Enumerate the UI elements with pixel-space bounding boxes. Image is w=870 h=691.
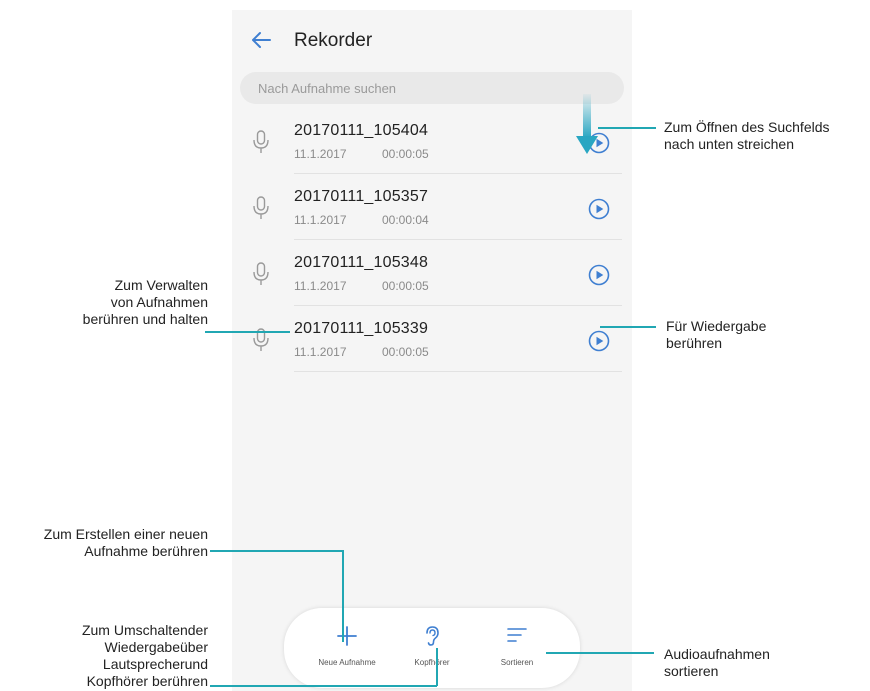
divider — [294, 239, 622, 240]
annotation-text: Zum Umschaltender — [81, 622, 208, 638]
annotation-text: Lautsprecherund — [102, 656, 208, 672]
divider — [294, 371, 622, 372]
plus-icon — [337, 626, 357, 646]
headphones-label: Kopfhörer — [414, 658, 450, 667]
sort-label: Sortieren — [500, 658, 534, 667]
annotation-text: sortieren — [664, 663, 719, 679]
recording-date: 11.1.2017 — [294, 147, 347, 161]
annotation-text: berühren — [666, 335, 723, 351]
annotation-text: Aufnahme berühren — [84, 543, 208, 559]
recording-name: 20170111_105357 — [294, 188, 429, 205]
recording-duration: 00:00:05 — [382, 147, 429, 161]
play-circle-icon[interactable] — [588, 264, 610, 286]
callout-line-switch-h — [210, 685, 437, 687]
recording-name: 20170111_105404 — [294, 122, 429, 139]
annotation-text: Wiedergabeüber — [104, 639, 208, 655]
annotation-text: Zum Erstellen einer neuen — [43, 526, 208, 542]
sort-button[interactable]: Sortieren — [472, 608, 562, 688]
callout-line-play — [600, 326, 656, 328]
play-circle-icon[interactable] — [588, 198, 610, 220]
annotation-text: Zum Verwalten — [114, 277, 208, 293]
recording-duration: 00:00:04 — [382, 213, 429, 227]
recording-date: 11.1.2017 — [294, 345, 347, 359]
callout-line-search — [598, 127, 656, 129]
sort-lines-icon — [507, 628, 527, 642]
bottom-toolbar: Neue Aufnahme Kopfhörer Sortieren — [284, 608, 580, 688]
recording-duration: 00:00:05 — [382, 279, 429, 293]
swipe-down-arrow-icon — [576, 94, 598, 154]
callout-line-switch-v — [436, 648, 438, 686]
annotation-text: Für Wiedergabe — [666, 318, 767, 334]
headphones-button[interactable]: Kopfhörer — [387, 608, 477, 688]
callout-line-new-h — [210, 550, 343, 552]
back-arrow-icon[interactable] — [248, 26, 276, 54]
divider — [294, 173, 622, 174]
search-input[interactable] — [240, 72, 624, 104]
callout-line-sort — [546, 652, 654, 654]
new-recording-label: Neue Aufnahme — [318, 658, 376, 667]
page-title: Rekorder — [294, 30, 373, 51]
play-circle-icon[interactable] — [588, 330, 610, 352]
callout-line-new-v — [342, 550, 344, 642]
annotation-manage: Zum Verwalten von Aufnahmen berühren und… — [83, 277, 208, 328]
app-header: Rekorder — [232, 10, 632, 70]
callout-line-manage — [205, 331, 290, 333]
ear-icon — [426, 626, 439, 646]
new-recording-button[interactable]: Neue Aufnahme — [302, 608, 392, 688]
recording-date: 11.1.2017 — [294, 279, 347, 293]
microphone-icon — [253, 196, 269, 219]
recording-date: 11.1.2017 — [294, 213, 347, 227]
recorder-screen: Rekorder 20170111_105404 11.1.2017 00:00… — [232, 10, 632, 691]
microphone-icon — [253, 130, 269, 153]
list-item[interactable]: 20170111_105339 11.1.2017 00:00:05 — [232, 308, 632, 372]
annotation-text: berühren und halten — [82, 311, 208, 327]
annotation-sort: Audioaufnahmen sortieren — [664, 646, 770, 680]
annotation-text: von Aufnahmen — [110, 294, 208, 310]
annotation-text: Kopfhörer berühren — [86, 673, 208, 689]
divider — [294, 305, 622, 306]
annotation-switch: Zum Umschaltender Wiedergabeüber Lautspr… — [82, 622, 208, 690]
microphone-icon — [253, 262, 269, 285]
annotation-new: Zum Erstellen einer neuen Aufnahme berüh… — [44, 526, 208, 560]
annotation-text: nach unten streichen — [664, 136, 794, 152]
recording-name: 20170111_105348 — [294, 254, 429, 271]
recording-name: 20170111_105339 — [294, 320, 429, 337]
list-item[interactable]: 20170111_105348 11.1.2017 00:00:05 — [232, 242, 632, 306]
list-item[interactable]: 20170111_105357 11.1.2017 00:00:04 — [232, 176, 632, 240]
annotation-text: Zum Öffnen des Suchfelds — [664, 119, 830, 135]
annotation-search-swipe: Zum Öffnen des Suchfelds nach unten stre… — [664, 119, 830, 153]
annotation-text: Audioaufnahmen — [664, 646, 770, 662]
recording-duration: 00:00:05 — [382, 345, 429, 359]
annotation-play: Für Wiedergabe berühren — [666, 318, 766, 352]
